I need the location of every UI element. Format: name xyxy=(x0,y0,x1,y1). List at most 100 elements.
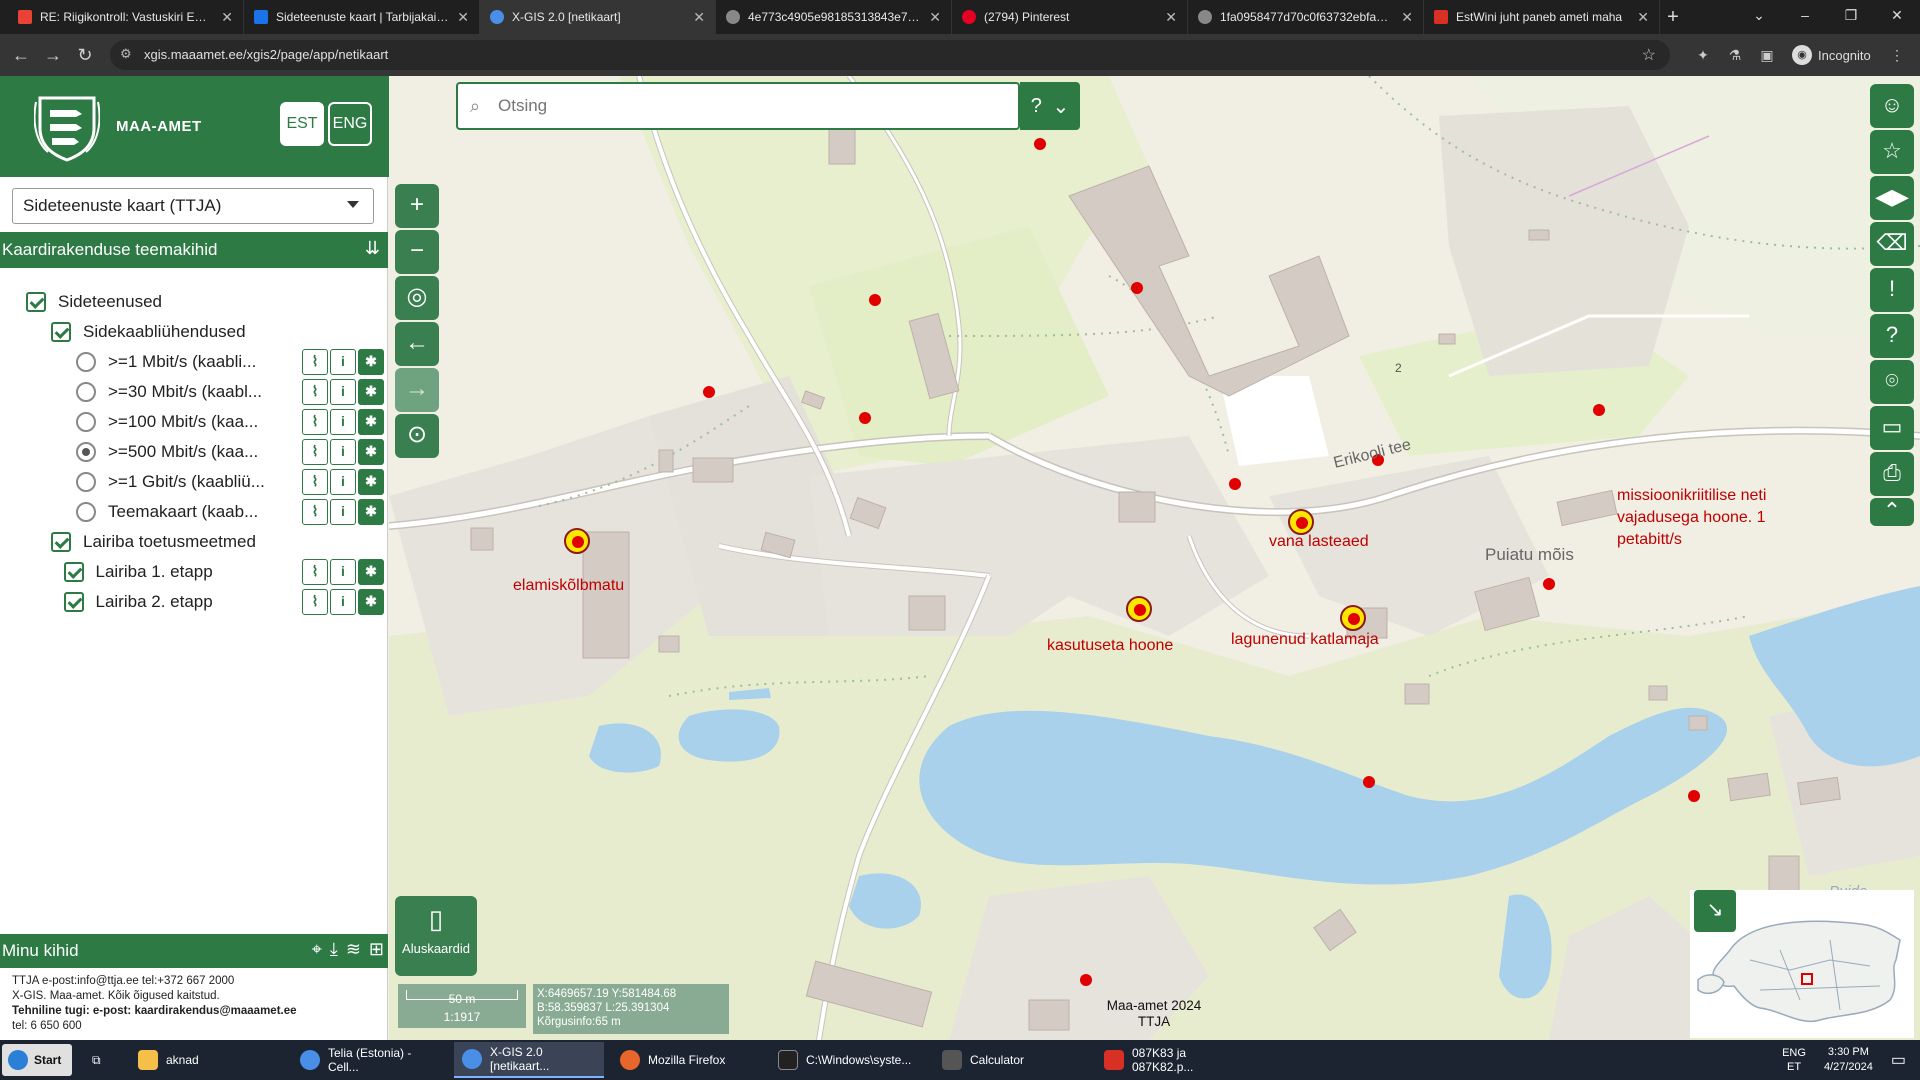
taskbar-item[interactable]: C:\Windows\syste... xyxy=(770,1042,930,1078)
layer-row[interactable]: >=30 Mbit/s (kaabl... ⌇ i ✱ xyxy=(76,378,388,406)
new-tab-button[interactable]: + xyxy=(1660,4,1686,30)
download-icon[interactable]: ⤓ xyxy=(330,939,338,960)
layers-icon[interactable]: ≋ xyxy=(346,939,361,960)
feedback-button[interactable]: ! xyxy=(1870,268,1914,312)
basemaps-button[interactable]: ▯ Aluskaardid xyxy=(395,896,477,976)
settings-icon[interactable]: ✱ xyxy=(358,409,384,435)
map-app-select[interactable]: Sideteenuste kaart (TTJA) xyxy=(12,188,374,224)
close-tab-icon[interactable]: ✕ xyxy=(457,9,469,26)
layer-radio[interactable] xyxy=(76,472,96,492)
extension-icon[interactable]: ⚗ xyxy=(1724,44,1746,66)
browser-tab[interactable]: 4e773c4905e98185313843e7b09 ✕ xyxy=(716,0,952,34)
task-view-button[interactable]: ⧉ xyxy=(84,1042,114,1078)
info-icon[interactable]: i xyxy=(330,469,356,495)
user-button[interactable]: ☺ xyxy=(1870,84,1914,128)
close-tab-icon[interactable]: ✕ xyxy=(1401,9,1413,26)
clock[interactable]: 3:30 PM 4/27/2024 xyxy=(1824,1045,1873,1075)
taskbar-item[interactable]: Telia (Estonia) - Cell... xyxy=(292,1042,452,1078)
layer-checkbox[interactable] xyxy=(51,322,71,342)
map-point-marker[interactable] xyxy=(1131,282,1143,294)
minimize-icon[interactable]: – xyxy=(1782,0,1828,30)
map-point-marker[interactable] xyxy=(1348,613,1360,625)
map-point-marker[interactable] xyxy=(1688,790,1700,802)
print-button[interactable]: ⎙ xyxy=(1870,452,1914,496)
layer-row[interactable]: >=1 Gbit/s (kaabliü... ⌇ i ✱ xyxy=(76,468,388,496)
browser-tab[interactable]: 1fa0958477d70c0f63732ebfa08c ✕ xyxy=(1188,0,1424,34)
browser-tab[interactable]: Sideteenuste kaart | Tarbijakaitse ✕ xyxy=(244,0,480,34)
settings-icon[interactable]: ✱ xyxy=(358,439,384,465)
extensions-icon[interactable]: ✦ xyxy=(1692,44,1714,66)
layer-radio[interactable] xyxy=(76,442,96,462)
lang-eng-button[interactable]: ENG xyxy=(328,102,372,146)
browser-tab[interactable]: RE: Riigikontroll: Vastuskiri ESTW ✕ xyxy=(8,0,244,34)
map-point-marker[interactable] xyxy=(1593,404,1605,416)
layer-checkbox[interactable] xyxy=(51,532,71,552)
back-icon[interactable]: ← xyxy=(8,42,34,68)
search-help-button[interactable]: ? xyxy=(1031,95,1042,118)
layer-radio[interactable] xyxy=(76,352,96,372)
info-icon[interactable]: i xyxy=(330,439,356,465)
legend-icon[interactable]: ⌇ xyxy=(302,379,328,405)
site-info-icon[interactable]: ⚙ xyxy=(120,46,132,62)
settings-icon[interactable]: ✱ xyxy=(358,589,384,615)
layer-row[interactable]: Lairiba 1. etapp ⌇ i ✱ xyxy=(63,558,389,586)
language-indicator[interactable]: ENG ET xyxy=(1782,1046,1806,1074)
collapse-tools-button[interactable]: ⌃ xyxy=(1870,498,1914,526)
close-tab-icon[interactable]: ✕ xyxy=(1165,9,1177,26)
taskbar-item-active[interactable]: X-GIS 2.0 [netikaart... xyxy=(454,1042,604,1078)
forward-icon[interactable]: → xyxy=(40,42,66,68)
restore-icon[interactable]: ❐ xyxy=(1828,0,1874,30)
layers-download-icon[interactable]: ⇊ xyxy=(365,238,380,259)
tab-search-icon[interactable]: ⌄ xyxy=(1736,0,1782,30)
legend-icon[interactable]: ⌇ xyxy=(302,439,328,465)
locate-icon[interactable]: ⌖ xyxy=(312,939,322,960)
close-tab-icon[interactable]: ✕ xyxy=(221,9,233,26)
map-point-marker[interactable] xyxy=(869,294,881,306)
info-icon[interactable]: i xyxy=(330,379,356,405)
favorites-button[interactable]: ☆ xyxy=(1870,130,1914,174)
map-point-marker[interactable] xyxy=(1296,517,1308,529)
map-point-marker[interactable] xyxy=(1363,776,1375,788)
layer-row[interactable]: Teemakaart (kaab... ⌇ i ✱ xyxy=(76,498,388,526)
info-icon[interactable]: i xyxy=(330,409,356,435)
settings-icon[interactable]: ✱ xyxy=(358,499,384,525)
layer-row[interactable]: >=500 Mbit/s (kaa... ⌇ i ✱ xyxy=(76,438,388,466)
map-point-marker[interactable] xyxy=(572,536,584,548)
reload-icon[interactable]: ↻ xyxy=(72,42,98,68)
close-tab-icon[interactable]: ✕ xyxy=(1637,9,1649,26)
close-tab-icon[interactable]: ✕ xyxy=(693,9,705,26)
bookmark-star-icon[interactable]: ☆ xyxy=(1642,45,1656,65)
map-point-marker[interactable] xyxy=(1080,974,1092,986)
close-tab-icon[interactable]: ✕ xyxy=(929,9,941,26)
eraser-button[interactable]: ⌫ xyxy=(1870,222,1914,266)
map-point-marker[interactable] xyxy=(1134,604,1146,616)
menu-icon[interactable]: ⋮ xyxy=(1886,44,1908,66)
layer-row[interactable]: >=1 Mbit/s (kaabli... ⌇ i ✱ xyxy=(76,348,388,376)
settings-icon[interactable]: ✱ xyxy=(358,469,384,495)
incognito-indicator[interactable]: ◉ Incognito xyxy=(1792,43,1871,67)
map-point-marker[interactable] xyxy=(1034,138,1046,150)
legend-icon[interactable]: ⌇ xyxy=(302,349,328,375)
start-button[interactable]: Start xyxy=(2,1044,72,1076)
legend-icon[interactable]: ⌇ xyxy=(302,409,328,435)
layer-checkbox[interactable] xyxy=(63,592,84,612)
browser-tab[interactable]: EstWini juht paneb ameti maha ✕ xyxy=(1424,0,1660,34)
address-bar[interactable]: ⚙ xgis.maaamet.ee/xgis2/page/app/netikaa… xyxy=(110,40,1670,70)
previous-extent-button[interactable]: ← xyxy=(395,322,439,366)
info-icon[interactable]: i xyxy=(330,559,356,585)
browser-tab[interactable]: (2794) Pinterest ✕ xyxy=(952,0,1188,34)
legend-icon[interactable]: ⌇ xyxy=(302,499,328,525)
legend-icon[interactable]: ⌇ xyxy=(302,469,328,495)
browser-tab-active[interactable]: X-GIS 2.0 [netikaart] ✕ xyxy=(480,0,716,34)
layer-row[interactable]: Lairiba toetusmeetmed xyxy=(51,528,388,556)
layer-row[interactable]: Sidekaabliühendused xyxy=(51,318,388,346)
zoom-in-button[interactable]: + xyxy=(395,184,439,228)
side-panel-icon[interactable]: ▣ xyxy=(1756,44,1778,66)
layer-checkbox[interactable] xyxy=(63,562,84,582)
info-icon[interactable]: i xyxy=(330,589,356,615)
north-arrow-button[interactable]: ⊙ xyxy=(395,414,439,458)
layer-checkbox[interactable] xyxy=(26,292,46,312)
legend-icon[interactable]: ⌇ xyxy=(302,589,328,615)
map-point-marker[interactable] xyxy=(1229,478,1241,490)
layer-row[interactable]: Sideteenused xyxy=(26,288,388,316)
